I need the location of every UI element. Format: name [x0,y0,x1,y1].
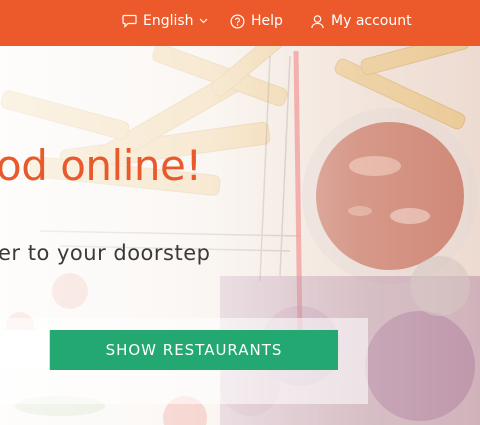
speech-bubble-icon [122,14,137,28]
show-restaurants-button[interactable]: SHOW RESTAURANTS [50,330,338,370]
user-icon [310,14,325,29]
help-link[interactable]: Help [230,0,283,42]
top-bar: English Help My account [0,0,480,46]
my-account-link[interactable]: My account [310,0,412,42]
address-input[interactable] [0,330,50,370]
hero-subtitle: er to your doorstep [0,241,211,265]
question-circle-icon [230,13,245,29]
language-label: English [143,13,194,29]
language-selector[interactable]: English [122,0,208,42]
help-label: Help [251,13,283,29]
hero-headline: od online! [0,141,202,190]
account-label: My account [331,13,412,29]
chevron-down-icon [199,18,208,24]
